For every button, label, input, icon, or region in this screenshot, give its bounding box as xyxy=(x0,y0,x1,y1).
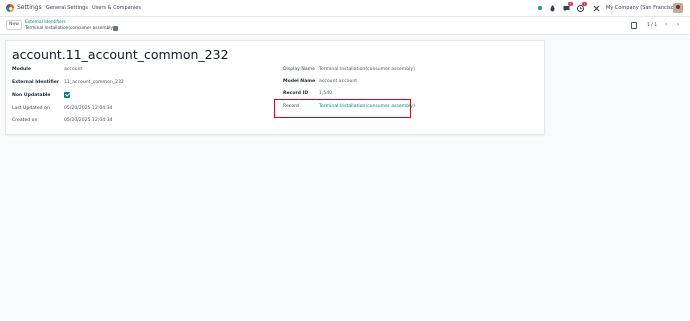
value-created-on: 05/20/2025 12:04:34 xyxy=(64,118,113,123)
menu-users-companies[interactable]: Users & Companies xyxy=(92,5,141,11)
activity-badge: 1 xyxy=(582,2,587,6)
control-panel: New External Identifiers Terminal Instal… xyxy=(0,17,690,35)
value-model-name[interactable]: account.account xyxy=(319,79,357,84)
gear-icon[interactable] xyxy=(113,26,118,31)
value-display-name: Terminal Installation(consumer assembly) xyxy=(319,67,415,72)
breadcrumb-current: Terminal Installation(consumer assembly) xyxy=(25,26,115,31)
label-record-id: Record ID xyxy=(283,91,309,96)
label-created-on: Created on xyxy=(12,118,38,123)
label-model-name: Model Name xyxy=(283,79,316,84)
status-online-icon xyxy=(538,6,542,10)
label-external-identifier: External Identifier xyxy=(12,80,60,85)
tools-icon[interactable] xyxy=(593,5,600,12)
pager-value[interactable]: 1 / 1 xyxy=(647,23,657,28)
top-navbar: Settings General Settings Users & Compan… xyxy=(0,0,690,17)
label-non-updatable: Non Updatable xyxy=(12,93,51,98)
value-record-id[interactable]: 1,540 xyxy=(319,91,332,96)
value-last-updated: 05/20/2025 12:04:34 xyxy=(64,106,113,111)
value-module[interactable]: account xyxy=(64,67,82,72)
breadcrumb-parent[interactable]: External Identifiers xyxy=(25,20,66,25)
label-module: Module xyxy=(12,67,31,72)
form-sheet: account.11_account_common_232 Module acc… xyxy=(5,40,545,135)
bug-icon[interactable] xyxy=(549,5,556,12)
pager-next-icon[interactable]: › xyxy=(677,22,679,28)
app-name[interactable]: Settings xyxy=(17,4,42,11)
company-switcher[interactable]: My Company (San Francisco) xyxy=(606,5,679,11)
menu-general-settings[interactable]: General Settings xyxy=(46,5,88,11)
new-button[interactable]: New xyxy=(6,20,22,30)
label-last-updated: Last Updated on xyxy=(12,106,50,111)
non-updatable-checkbox[interactable] xyxy=(64,92,70,98)
user-avatar[interactable] xyxy=(673,3,683,13)
duplicate-icon[interactable] xyxy=(631,22,637,29)
label-display-name: Display Name xyxy=(283,67,315,72)
chat-icon[interactable] xyxy=(563,5,570,12)
pager-prev-icon[interactable]: ‹ xyxy=(665,22,667,28)
messages-badge: 5 xyxy=(568,2,573,6)
app-menu-icon[interactable] xyxy=(6,4,14,12)
record-title[interactable]: account.11_account_common_232 xyxy=(12,47,229,62)
clock-icon[interactable] xyxy=(577,5,584,12)
value-external-identifier[interactable]: 11_account_common_232 xyxy=(64,80,124,85)
highlight-box xyxy=(274,99,411,118)
